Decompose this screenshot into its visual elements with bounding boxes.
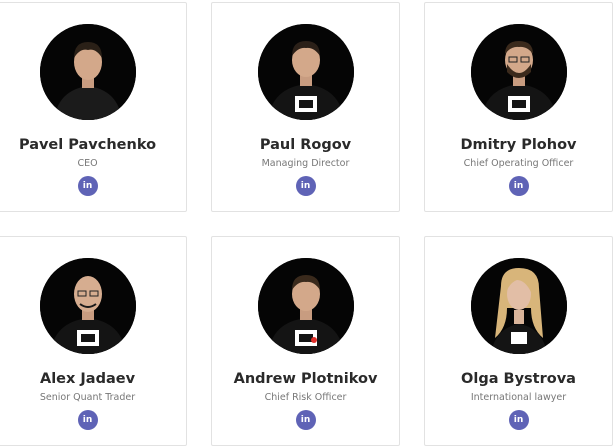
linkedin-icon[interactable]: in (508, 176, 529, 196)
member-name: Pavel Pavchenko (18, 137, 157, 153)
person-photo-icon (39, 24, 136, 120)
member-role: CEO (77, 158, 98, 169)
linkedin-icon[interactable]: in (77, 410, 98, 430)
member-name: Olga Bystrova (461, 371, 576, 387)
member-name: Dmitry Plohov (460, 137, 577, 153)
person-photo-icon (39, 258, 136, 354)
linkedin-icon[interactable]: in (77, 176, 98, 196)
team-card-paul-rogov: Paul Rogov Managing Director in (211, 2, 400, 212)
member-name: Andrew Plotnikov (233, 371, 378, 387)
linkedin-icon[interactable]: in (508, 410, 529, 430)
team-card-pavel-pavchenko: Pavel Pavchenko CEO in (0, 2, 187, 212)
team-card-alex-jadaev: Alex Jadaev Senior Quant Trader in (0, 236, 187, 446)
member-role: Chief Operating Officer (463, 158, 574, 169)
avatar (257, 24, 354, 120)
avatar (470, 24, 567, 120)
team-card-dmitry-plohov: Dmitry Plohov Chief Operating Officer in (424, 2, 613, 212)
member-role: International lawyer (470, 392, 567, 403)
person-photo-icon (470, 258, 567, 354)
member-name: Paul Rogov (259, 137, 352, 153)
linkedin-icon[interactable]: in (295, 410, 316, 430)
team-card-andrew-plotnikov: Andrew Plotnikov Chief Risk Officer in (211, 236, 400, 446)
member-role: Senior Quant Trader (39, 392, 136, 403)
member-name: Alex Jadaev (39, 371, 136, 387)
avatar (470, 258, 567, 354)
avatar (39, 258, 136, 354)
person-photo-icon (470, 24, 567, 120)
linkedin-icon[interactable]: in (295, 176, 316, 196)
team-grid: Pavel Pavchenko CEO in Paul Rogov Managi… (0, 0, 615, 447)
avatar (257, 258, 354, 354)
person-photo-icon (257, 258, 354, 354)
person-photo-icon (257, 24, 354, 120)
member-role: Chief Risk Officer (264, 392, 347, 403)
member-role: Managing Director (261, 158, 350, 169)
team-card-olga-bystrova: Olga Bystrova International lawyer in (424, 236, 613, 446)
avatar (39, 24, 136, 120)
